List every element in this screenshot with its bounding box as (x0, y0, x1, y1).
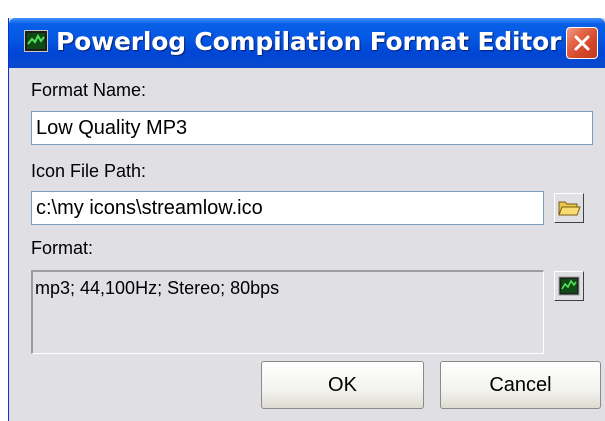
format-name-input[interactable]: Low Quality MP3 (31, 111, 593, 145)
window-title: Powerlog Compilation Format Editor (56, 27, 562, 56)
format-name-label: Format Name: (31, 80, 147, 100)
format-display: mp3; 44,100Hz; Stereo; 80bps (31, 270, 544, 354)
edit-format-button[interactable] (554, 271, 584, 301)
close-button[interactable] (566, 27, 598, 59)
icon-file-path-label: Icon File Path: (31, 161, 147, 181)
close-icon (574, 35, 590, 51)
title-bar[interactable]: Powerlog Compilation Format Editor (9, 18, 605, 68)
ok-button[interactable]: OK (261, 361, 424, 409)
browse-icon-button[interactable] (554, 193, 584, 223)
format-label: Format: (31, 238, 94, 258)
chart-icon (558, 276, 580, 296)
chart-icon (24, 30, 48, 52)
icon-file-path-input[interactable]: c:\my icons\streamlow.ico (31, 191, 544, 225)
dialog-window: Powerlog Compilation Format Editor Forma… (8, 18, 605, 421)
cancel-button[interactable]: Cancel (440, 361, 601, 409)
folder-icon (558, 201, 581, 216)
